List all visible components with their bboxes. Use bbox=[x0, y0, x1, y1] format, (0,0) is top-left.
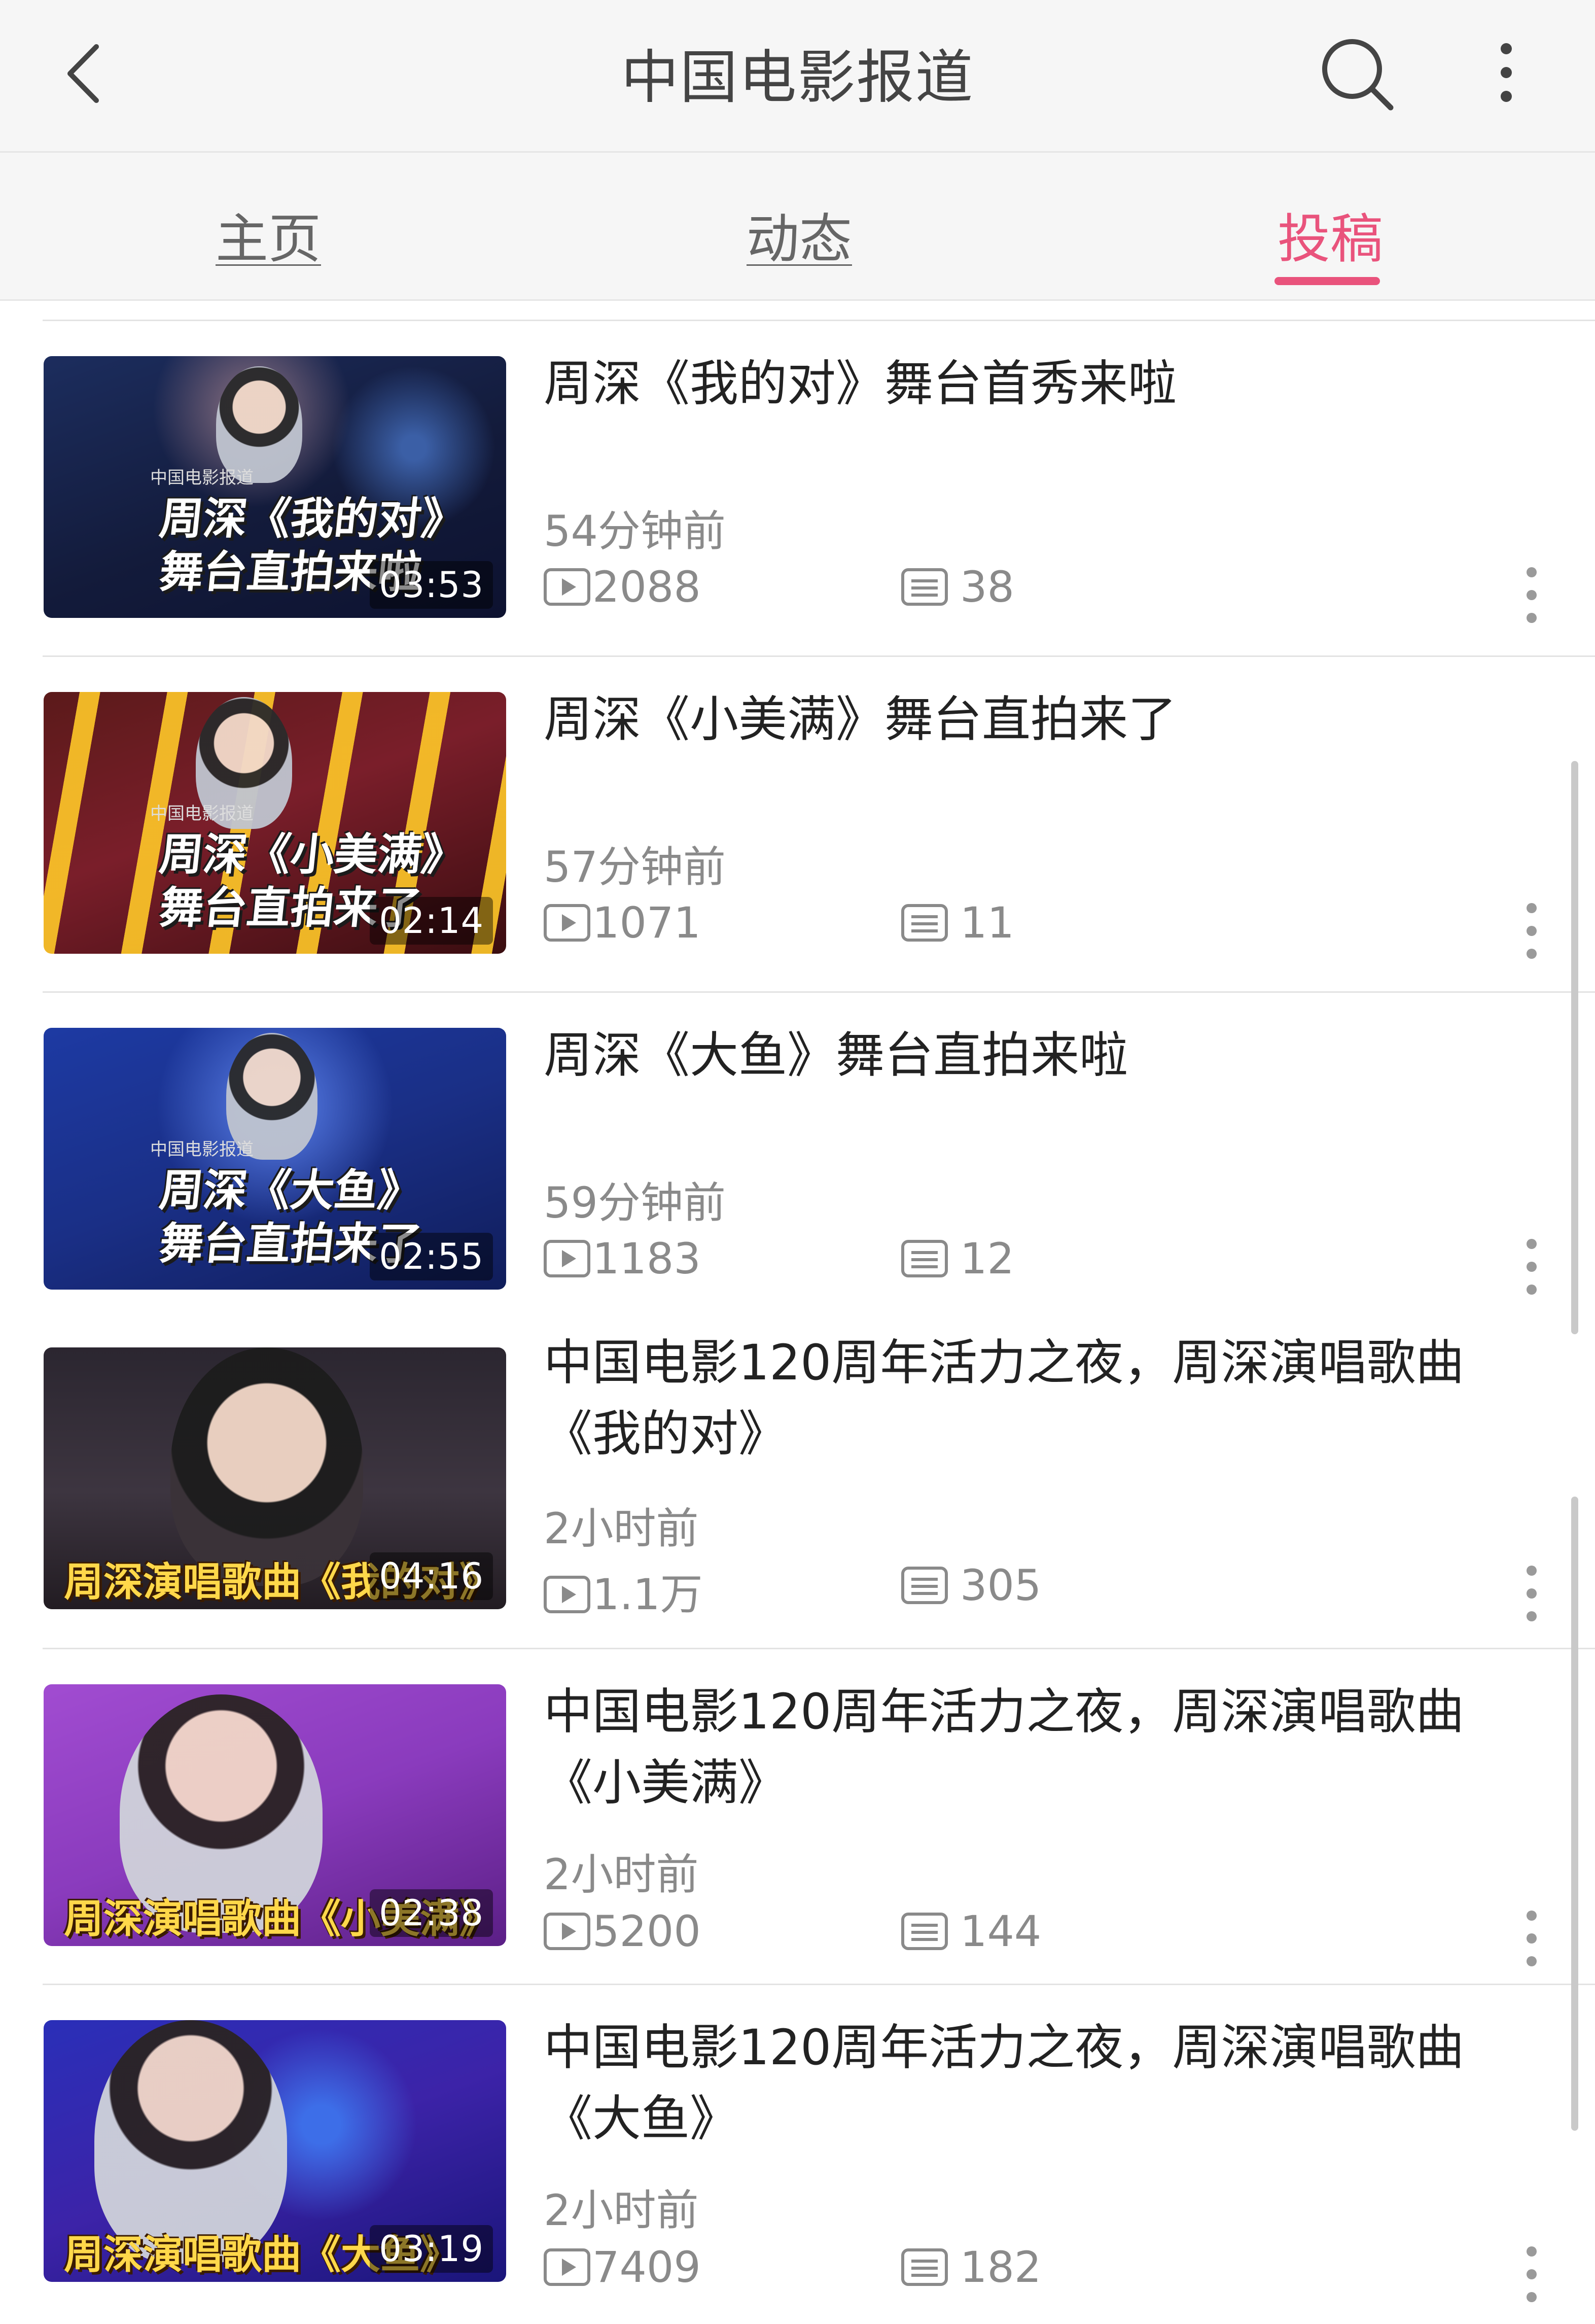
video-title[interactable]: 周深《大鱼》舞台直拍来啦 bbox=[544, 1020, 1507, 1091]
tab-dynamics[interactable]: 动态 bbox=[747, 196, 852, 272]
search-icon[interactable] bbox=[1319, 36, 1395, 112]
play-icon bbox=[544, 1576, 590, 1613]
play-count: 7409 bbox=[544, 2242, 701, 2292]
divider bbox=[43, 320, 1595, 321]
comment-icon bbox=[901, 1567, 948, 1604]
publish-time: 54分钟前 bbox=[544, 506, 726, 556]
scrollbar[interactable] bbox=[1571, 761, 1578, 1334]
comment-count: 305 bbox=[901, 1560, 1041, 1610]
comment-count: 12 bbox=[901, 1234, 1014, 1284]
video-duration: 02:55 bbox=[370, 1233, 493, 1280]
more-vertical-icon[interactable] bbox=[1521, 567, 1542, 623]
comment-icon bbox=[901, 1913, 948, 1950]
publish-time: 59分钟前 bbox=[544, 1178, 726, 1228]
video-item[interactable]: 中国电影报道 周深《我的对》 舞台直拍来啦 03:53 周深《我的对》舞台首秀来… bbox=[0, 320, 1595, 654]
video-thumbnail[interactable]: 中国电影报道 周深《小美满》 舞台直拍来了 02:14 bbox=[44, 692, 506, 954]
comment-icon bbox=[901, 568, 948, 606]
divider bbox=[43, 1984, 1595, 1985]
play-count: 1.1万 bbox=[544, 1560, 703, 1622]
comment-icon bbox=[901, 904, 948, 942]
play-count: 2088 bbox=[544, 562, 701, 612]
play-icon bbox=[544, 1240, 590, 1277]
video-duration: 02:38 bbox=[370, 1889, 493, 1937]
tab-home[interactable]: 主页 bbox=[216, 196, 321, 272]
video-title[interactable]: 周深《小美满》舞台直拍来了 bbox=[544, 684, 1507, 755]
publish-time: 2小时前 bbox=[544, 2186, 699, 2235]
more-vertical-icon[interactable] bbox=[1521, 1566, 1542, 1621]
more-vertical-icon[interactable] bbox=[1521, 1911, 1542, 1966]
play-icon bbox=[544, 568, 590, 606]
video-duration: 04:16 bbox=[370, 1552, 493, 1600]
more-vertical-icon[interactable] bbox=[1521, 1239, 1542, 1295]
video-duration: 03:53 bbox=[370, 561, 493, 609]
video-thumbnail[interactable]: 周深演唱歌曲《我的对》 04:16 bbox=[44, 1347, 506, 1609]
video-title[interactable]: 中国电影120周年活力之夜，周深演唱歌曲《小美满》 bbox=[544, 1676, 1507, 1818]
app-header: 中国电影报道 bbox=[0, 0, 1595, 153]
video-duration: 03:19 bbox=[370, 2225, 493, 2273]
active-tab-indicator bbox=[1274, 277, 1380, 285]
video-title[interactable]: 周深《我的对》舞台首秀来啦 bbox=[544, 348, 1507, 419]
play-icon bbox=[544, 904, 590, 942]
publish-time: 2小时前 bbox=[544, 1850, 699, 1899]
video-title[interactable]: 中国电影120周年活力之夜，周深演唱歌曲《我的对》 bbox=[544, 1327, 1507, 1469]
tab-submissions[interactable]: 投稿 bbox=[1278, 196, 1383, 272]
comment-count: 182 bbox=[901, 2242, 1041, 2292]
more-vertical-icon[interactable] bbox=[1486, 40, 1527, 106]
divider bbox=[43, 991, 1595, 993]
video-item[interactable]: 周深演唱歌曲《大鱼》 03:19 中国电影120周年活力之夜，周深演唱歌曲《大鱼… bbox=[0, 1984, 1595, 2318]
video-thumbnail[interactable]: 周深演唱歌曲《小美满》 02:38 bbox=[44, 1684, 506, 1946]
play-icon bbox=[544, 1913, 590, 1950]
publish-time: 2小时前 bbox=[544, 1504, 699, 1553]
comment-icon bbox=[901, 1240, 948, 1277]
video-title[interactable]: 中国电影120周年活力之夜，周深演唱歌曲《大鱼》 bbox=[544, 2012, 1507, 2154]
comment-count: 38 bbox=[901, 562, 1014, 612]
divider bbox=[43, 655, 1595, 657]
more-vertical-icon[interactable] bbox=[1521, 903, 1542, 959]
comment-icon bbox=[901, 2248, 948, 2286]
scrollbar[interactable] bbox=[1571, 1497, 1578, 2131]
video-item[interactable]: 周深演唱歌曲《小美满》 02:38 中国电影120周年活力之夜，周深演唱歌曲《小… bbox=[0, 1648, 1595, 1983]
publish-time: 57分钟前 bbox=[544, 842, 726, 892]
video-thumbnail[interactable]: 周深演唱歌曲《大鱼》 03:19 bbox=[44, 2020, 506, 2282]
divider bbox=[43, 1648, 1595, 1649]
comment-count: 144 bbox=[901, 1906, 1041, 1956]
video-thumbnail[interactable]: 中国电影报道 周深《大鱼》 舞台直拍来了 02:55 bbox=[44, 1028, 506, 1290]
play-count: 1183 bbox=[544, 1234, 701, 1284]
comment-count: 11 bbox=[901, 898, 1014, 948]
video-item[interactable]: 中国电影报道 周深《大鱼》 舞台直拍来了 02:55 周深《大鱼》舞台直拍来啦 … bbox=[0, 991, 1595, 1326]
video-duration: 02:14 bbox=[370, 897, 493, 945]
video-item[interactable]: 中国电影报道 周深《小美满》 舞台直拍来了 02:14 周深《小美满》舞台直拍来… bbox=[0, 655, 1595, 990]
video-item[interactable]: 周深演唱歌曲《我的对》 04:16 中国电影120周年活力之夜，周深演唱歌曲《我… bbox=[0, 1327, 1595, 1662]
play-count: 1071 bbox=[544, 898, 701, 948]
play-count: 5200 bbox=[544, 1906, 701, 1956]
tab-bar: 主页 动态 投稿 bbox=[0, 153, 1595, 301]
more-vertical-icon[interactable] bbox=[1521, 2246, 1542, 2302]
video-thumbnail[interactable]: 中国电影报道 周深《我的对》 舞台直拍来啦 03:53 bbox=[44, 356, 506, 618]
play-icon bbox=[544, 2248, 590, 2286]
